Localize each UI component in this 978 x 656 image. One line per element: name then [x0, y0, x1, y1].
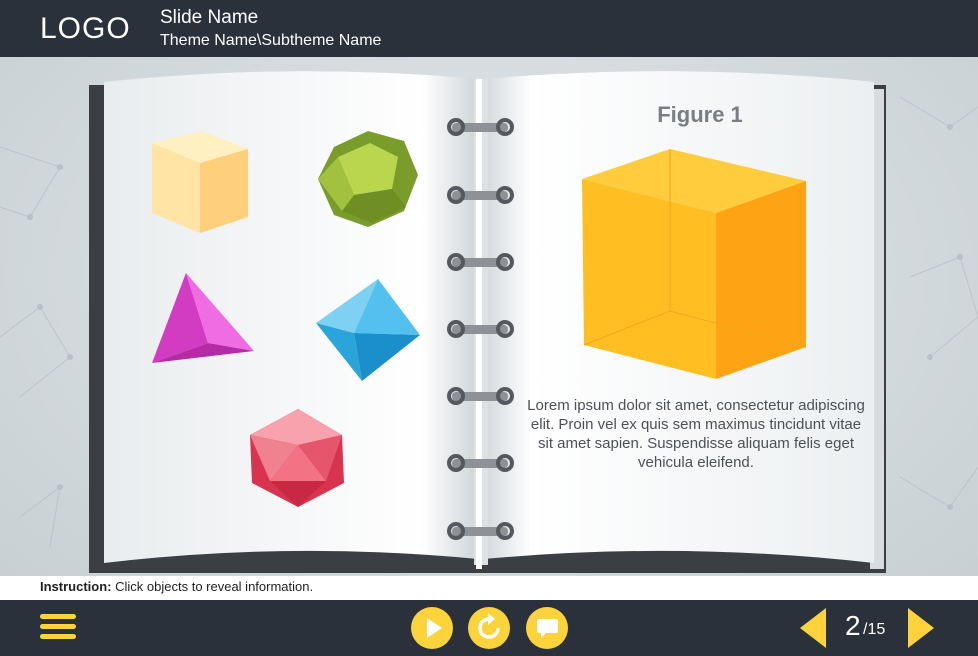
previous-button[interactable] [798, 606, 828, 650]
dodecahedron-shape[interactable] [316, 127, 422, 231]
large-cube-figure [582, 149, 807, 379]
play-icon [427, 618, 442, 638]
replay-icon [478, 613, 500, 639]
instruction: Instruction: Click objects to reveal inf… [40, 579, 313, 594]
play-button[interactable] [411, 607, 453, 649]
instruction-label: Instruction: [40, 579, 112, 594]
header-bar: LOGO Slide Name Theme Name\Subtheme Name [0, 0, 978, 57]
speech-bubble-icon [537, 619, 558, 638]
replay-button[interactable] [468, 607, 510, 649]
theme-name: Theme Name\Subtheme Name [160, 32, 382, 49]
logo: LOGO [40, 12, 131, 45]
next-button[interactable] [906, 606, 936, 650]
cube-shape[interactable] [148, 129, 252, 235]
slide-stage: Figure 1 Lorem ipsum dolor sit amet, con… [0, 57, 978, 600]
figure-title: Figure 1 [657, 102, 743, 127]
page-current: 2 [845, 610, 861, 641]
arrow-right-icon [908, 608, 934, 648]
slide-name: Slide Name [160, 7, 259, 28]
comment-button[interactable] [526, 607, 568, 649]
notebook [89, 71, 886, 573]
hamburger-menu-icon [40, 614, 76, 639]
icosahedron-shape[interactable] [246, 407, 350, 509]
instruction-text: Click objects to reveal information. [115, 579, 314, 594]
tetrahedron-shape[interactable] [150, 271, 258, 367]
page-total: /15 [863, 621, 886, 638]
octahedron-shape[interactable] [314, 277, 424, 383]
arrow-left-icon [800, 608, 826, 648]
menu-button[interactable] [40, 614, 76, 644]
figure-description: Lorem ipsum dolor sit amet, consectetur … [527, 397, 865, 471]
